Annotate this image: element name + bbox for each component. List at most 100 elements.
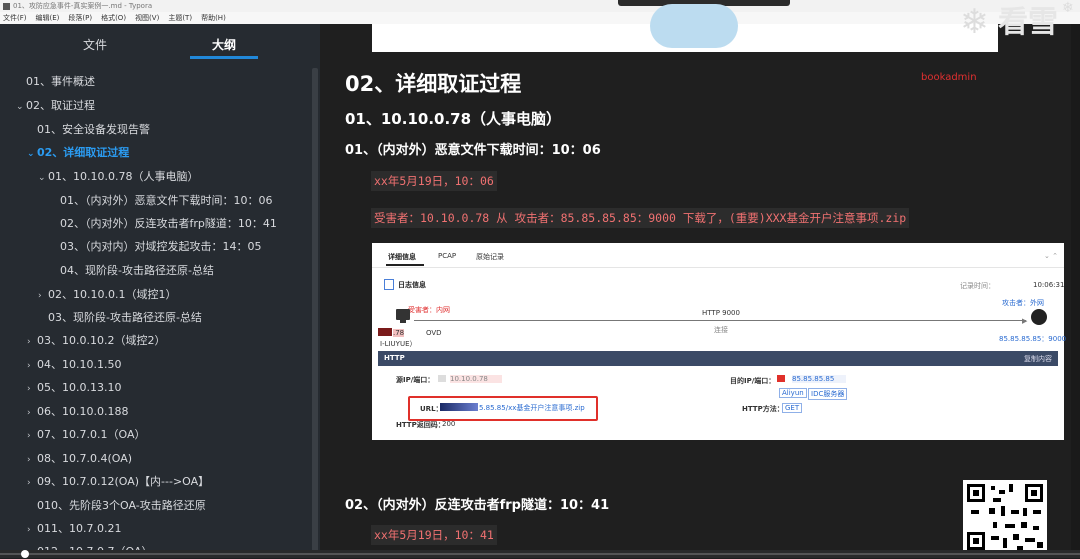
menu-format[interactable]: 格式(O) bbox=[101, 14, 126, 22]
video-progress-bar[interactable] bbox=[0, 550, 1080, 558]
shot-connection-line bbox=[414, 320, 1026, 321]
outline-item[interactable]: › 05、10.0.13.10 bbox=[27, 379, 121, 395]
outline-item[interactable]: 02、（内对外）反连攻击者frp隧道：10：41 bbox=[50, 215, 277, 231]
qr-code bbox=[963, 480, 1047, 554]
outline-label: 011、10.7.0.21 bbox=[37, 522, 122, 535]
sidebar-scrollbar[interactable] bbox=[312, 68, 318, 558]
outline-item[interactable]: 03、现阶段-攻击路径还原-总结 bbox=[38, 309, 202, 325]
chevron-right-icon[interactable]: › bbox=[27, 478, 37, 488]
attacker-globe-icon bbox=[1031, 309, 1047, 325]
menu-edit[interactable]: 编辑(E) bbox=[36, 14, 60, 22]
outline-label: 03、现阶段-攻击路径还原-总结 bbox=[48, 311, 202, 324]
outline-label: 03、10.0.10.2（域控2） bbox=[37, 334, 166, 347]
shot-dst-flag bbox=[777, 375, 785, 382]
shot-host-name: I-LIUYUE） bbox=[380, 340, 417, 348]
menu-bar: 文件(F) 编辑(E) 段落(P) 格式(O) 视图(V) 主题(T) 帮助(H) bbox=[0, 12, 1080, 24]
outline-label: 02、10.10.0.1（域控1） bbox=[48, 288, 177, 301]
shot-dst-label: 目的IP/端口： bbox=[730, 377, 776, 385]
heading-4-download: 01、（内对外）恶意文件下载时间：10：06 bbox=[345, 143, 601, 158]
shot-host-suffix: OVD bbox=[426, 329, 442, 337]
inline-code-victim: 受害者：10.10.0.78 从 攻击者：85.85.85.85：9000 下载… bbox=[371, 208, 910, 228]
progress-handle[interactable] bbox=[21, 550, 29, 558]
kanxue-logo: ❄ 看雪 ❄ bbox=[958, 0, 1080, 46]
menu-theme[interactable]: 主题(T) bbox=[168, 14, 192, 22]
outline-item[interactable]: 01、安全设备发现告警 bbox=[27, 121, 150, 137]
shot-redacted-block bbox=[378, 328, 392, 336]
shot-victim-label: 受害者：内网 bbox=[408, 306, 450, 314]
shot-dst-tag-aliyun: Aliyun bbox=[779, 388, 807, 398]
menu-help[interactable]: 帮助(H) bbox=[201, 14, 226, 22]
chevron-down-icon[interactable]: ⌄ bbox=[27, 149, 37, 159]
window-title: 01、攻防应急事件-真实案例一.md - Typora bbox=[13, 2, 153, 10]
computer-stand-icon bbox=[400, 320, 406, 323]
chevron-right-icon[interactable]: › bbox=[27, 525, 37, 535]
shot-src-label: 源IP/端口： bbox=[396, 376, 435, 384]
editor-content: 02、详细取证过程 bookadmin 01、10.10.0.78（人事电脑） … bbox=[320, 4, 1080, 550]
qr-code-image bbox=[963, 480, 1047, 554]
outline-label: 010、先阶段3个OA-攻击路径还原 bbox=[37, 499, 206, 512]
outline-item[interactable]: › 04、10.10.1.50 bbox=[27, 356, 121, 372]
chevron-right-icon[interactable]: › bbox=[27, 384, 37, 394]
shot-attacker-label: 攻击者：外网 bbox=[1002, 299, 1044, 307]
outline-item[interactable]: 04、现阶段-攻击路径还原-总结 bbox=[50, 262, 214, 278]
chevron-down-icon[interactable]: ⌄ bbox=[38, 173, 48, 183]
shot-tab-detail: 详细信息 bbox=[388, 253, 416, 261]
menu-view[interactable]: 视图(V) bbox=[135, 14, 159, 22]
chevron-right-icon[interactable]: › bbox=[27, 431, 37, 441]
shot-tab-pcap: PCAP bbox=[438, 252, 457, 260]
tab-files[interactable]: 文件 bbox=[83, 36, 107, 53]
outline-item[interactable]: 010、先阶段3个OA-攻击路径还原 bbox=[27, 497, 206, 513]
shot-http-title: HTTP bbox=[384, 354, 405, 362]
outline-item[interactable]: › 06、10.10.0.188 bbox=[27, 403, 128, 419]
shot-src-ip-suffix: .78 bbox=[393, 329, 405, 337]
outline-label: 01、事件概述 bbox=[26, 75, 95, 88]
outline-item[interactable]: › 03、10.0.10.2（域控2） bbox=[27, 332, 165, 348]
outline-item[interactable]: ⌄ 02、取证过程 bbox=[16, 97, 95, 113]
chevron-right-icon[interactable]: › bbox=[27, 361, 37, 371]
shot-conn-label: 连接 bbox=[714, 326, 728, 334]
embedded-screenshot: 详细信息 PCAP 原始记录 ⌄ ⌃ 日志信息 记录时间： 10:06:31 受… bbox=[372, 243, 1066, 440]
shot-record-time: 10:06:31 bbox=[1033, 281, 1065, 289]
outline-item-active[interactable]: ⌄ 02、详细取证过程 bbox=[27, 144, 129, 160]
outline-item[interactable]: ⌄ 01、10.10.0.78（人事电脑） bbox=[38, 168, 198, 184]
tab-outline[interactable]: 大纲 bbox=[212, 36, 236, 53]
shot-log-icon bbox=[384, 279, 394, 290]
shot-dst-value: 85.85.85.85 bbox=[792, 375, 847, 383]
outline-item[interactable]: › 08、10.7.0.4(OA) bbox=[27, 450, 132, 466]
outline-item[interactable]: › 09、10.7.0.12(OA)【内--->OA】 bbox=[27, 473, 209, 489]
outline-label: 04、现阶段-攻击路径还原-总结 bbox=[60, 264, 214, 277]
outline-item[interactable]: 03、（内对内）对域控发起攻击：14：05 bbox=[50, 238, 262, 254]
right-scrollbar[interactable] bbox=[1071, 24, 1080, 550]
outline-item[interactable]: 01、事件概述 bbox=[16, 73, 95, 89]
shot-record-time-label: 记录时间： bbox=[960, 282, 995, 290]
outline-item[interactable]: 01、（内对外）恶意文件下载时间：10：06 bbox=[50, 192, 273, 208]
chevron-right-icon[interactable]: › bbox=[27, 337, 37, 347]
outline-label: 08、10.7.0.4(OA) bbox=[37, 452, 133, 465]
inline-code-time-2: xx年5月19日，10：41 bbox=[371, 525, 497, 545]
outline-item[interactable]: › 02、10.10.0.1（域控1） bbox=[38, 286, 176, 302]
chevron-down-icon[interactable]: ⌄ bbox=[16, 102, 26, 112]
outline-label: 04、10.10.1.50 bbox=[37, 358, 122, 371]
shot-proto-label: HTTP 9000 bbox=[702, 309, 740, 317]
app-icon bbox=[3, 2, 10, 10]
brand-text: 看雪 bbox=[998, 5, 1058, 40]
window-title-bar: 01、攻防应急事件-真实案例一.md - Typora bbox=[0, 0, 1080, 12]
menu-paragraph[interactable]: 段落(P) bbox=[68, 14, 92, 22]
chevron-right-icon[interactable]: › bbox=[27, 408, 37, 418]
outline-item[interactable]: › 011、10.7.0.21 bbox=[27, 520, 121, 536]
shot-http-header bbox=[378, 351, 1058, 366]
outline-label: 07、10.7.0.1（OA） bbox=[37, 428, 146, 441]
heading-4-frp: 02、（内对外）反连攻击者frp隧道：10：41 bbox=[345, 498, 610, 513]
chevron-right-icon[interactable]: › bbox=[38, 291, 48, 301]
shot-method-value: GET bbox=[782, 403, 803, 413]
heading-2: 02、详细取证过程 bbox=[345, 72, 522, 96]
outline-label: 06、10.10.0.188 bbox=[37, 405, 129, 418]
outline-label: 05、10.0.13.10 bbox=[37, 381, 122, 394]
inline-code-time: xx年5月19日，10：06 bbox=[371, 171, 497, 191]
shot-src-value: 10.10.0.78 bbox=[450, 375, 502, 383]
outline-item[interactable]: › 07、10.7.0.1（OA） bbox=[27, 426, 145, 442]
shot-divider bbox=[372, 267, 1064, 268]
chevron-right-icon[interactable]: › bbox=[27, 455, 37, 465]
heading-3: 01、10.10.0.78（人事电脑） bbox=[345, 110, 562, 128]
menu-file[interactable]: 文件(F) bbox=[3, 14, 27, 22]
